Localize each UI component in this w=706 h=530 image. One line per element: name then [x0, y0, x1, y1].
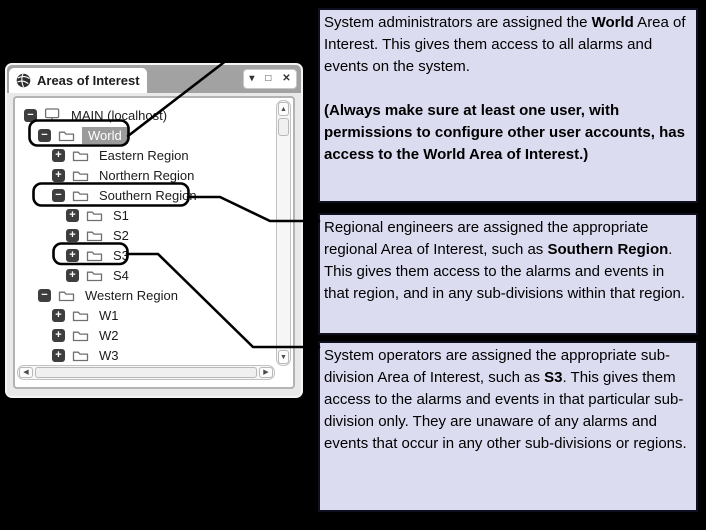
vertical-scrollbar-thumb[interactable] — [278, 118, 289, 136]
folder-icon — [72, 149, 89, 162]
expander-plus-icon[interactable]: + — [52, 169, 65, 182]
tree-item-label[interactable]: World — [82, 127, 128, 144]
folder-icon — [72, 169, 89, 182]
horizontal-scrollbar[interactable]: ◀ ▶ — [17, 365, 275, 380]
tree-item-main-localhost[interactable]: − MAIN (localhost) — [24, 105, 170, 125]
minimize-button[interactable]: ▾ — [249, 74, 254, 84]
expander-plus-icon[interactable]: + — [66, 269, 79, 282]
tree-item-label[interactable]: Eastern Region — [96, 147, 192, 164]
tree-item-w3[interactable]: + W3 — [52, 345, 122, 365]
folder-icon — [86, 209, 103, 222]
note-paragraph: Regional engineers are assigned the appr… — [324, 217, 692, 305]
note-box-world: System administrators are assigned the W… — [318, 8, 698, 203]
scroll-right-button[interactable]: ▶ — [259, 367, 273, 378]
tree-item-label[interactable]: W3 — [96, 347, 122, 364]
globe-icon — [16, 73, 31, 88]
tree-item-label[interactable]: S3 — [110, 247, 132, 264]
expander-minus-icon[interactable]: − — [24, 109, 37, 122]
folder-icon — [58, 129, 75, 142]
areas-of-interest-window: Areas of Interest ▾ □ ✕ − MAIN (localhost… — [5, 63, 303, 398]
note-paragraph: (Always make sure at least one user, wit… — [324, 100, 692, 166]
tree-item-w1[interactable]: + W1 — [52, 305, 122, 325]
folder-icon — [72, 309, 89, 322]
tree-item-label[interactable]: S4 — [110, 267, 132, 284]
window-titlebar[interactable]: Areas of Interest ▾ □ ✕ — [7, 65, 301, 93]
tree-item-southern-region[interactable]: − Southern Region — [52, 185, 200, 205]
tree-rows: − MAIN (localhost) − World + Eastern Region + N… — [15, 105, 273, 363]
tree-item-northern-region[interactable]: + Northern Region — [52, 165, 197, 185]
tree-item-s1[interactable]: + S1 — [66, 205, 132, 225]
expander-plus-icon[interactable]: + — [52, 329, 65, 342]
vertical-scrollbar[interactable]: ▲ ▼ — [276, 100, 291, 366]
folder-icon — [86, 269, 103, 282]
horizontal-scrollbar-thumb[interactable] — [35, 367, 257, 378]
tree-item-eastern-region[interactable]: + Eastern Region — [52, 145, 192, 165]
tree-item-world[interactable]: − World — [38, 125, 128, 145]
tree-item-label[interactable]: Southern Region — [96, 187, 200, 204]
page: Areas of Interest ▾ □ ✕ − MAIN (localhost… — [0, 0, 706, 530]
expander-plus-icon[interactable]: + — [52, 349, 65, 362]
note-box-s3: System operators are assigned the approp… — [318, 341, 698, 512]
folder-icon — [72, 329, 89, 342]
tree-item-western-region[interactable]: − Western Region — [38, 285, 181, 305]
tree-item-label[interactable]: Northern Region — [96, 167, 197, 184]
note-paragraph: System administrators are assigned the W… — [324, 12, 692, 78]
scroll-down-button[interactable]: ▼ — [278, 350, 289, 364]
tree-item-label[interactable]: W2 — [96, 327, 122, 344]
window-buttons: ▾ □ ✕ — [243, 69, 297, 89]
expander-minus-icon[interactable]: − — [52, 189, 65, 202]
expander-plus-icon[interactable]: + — [66, 249, 79, 262]
expander-plus-icon[interactable]: + — [52, 149, 65, 162]
window-title-tab[interactable]: Areas of Interest — [9, 68, 147, 93]
folder-icon — [86, 249, 103, 262]
expander-minus-icon[interactable]: − — [38, 129, 51, 142]
tree-item-label[interactable]: Western Region — [82, 287, 181, 304]
tree-item-label[interactable]: MAIN (localhost) — [68, 107, 170, 124]
note-paragraph: System operators are assigned the approp… — [324, 345, 692, 455]
note-box-southern-region: Regional engineers are assigned the appr… — [318, 213, 698, 335]
scroll-up-button[interactable]: ▲ — [278, 102, 289, 116]
folder-icon — [72, 349, 89, 362]
tree-item-label[interactable]: S2 — [110, 227, 132, 244]
tree-item-s2[interactable]: + S2 — [66, 225, 132, 245]
tree-item-w2[interactable]: + W2 — [52, 325, 122, 345]
folder-icon — [58, 289, 75, 302]
tree-item-label[interactable]: S1 — [110, 207, 132, 224]
expander-minus-icon[interactable]: − — [38, 289, 51, 302]
close-button[interactable]: ✕ — [282, 74, 290, 84]
tree-item-label[interactable]: W1 — [96, 307, 122, 324]
vertical-scrollbar-track[interactable] — [278, 136, 289, 350]
scroll-left-button[interactable]: ◀ — [19, 367, 33, 378]
tree-panel: − MAIN (localhost) − World + Eastern Region + N… — [13, 96, 295, 389]
expander-plus-icon[interactable]: + — [66, 209, 79, 222]
expander-plus-icon[interactable]: + — [66, 229, 79, 242]
computer-icon — [44, 108, 61, 122]
maximize-button[interactable]: □ — [265, 74, 271, 84]
folder-icon — [86, 229, 103, 242]
tree-item-s4[interactable]: + S4 — [66, 265, 132, 285]
window-title: Areas of Interest — [37, 73, 140, 88]
folder-icon — [72, 189, 89, 202]
expander-plus-icon[interactable]: + — [52, 309, 65, 322]
tree-item-s3[interactable]: + S3 — [66, 245, 132, 265]
